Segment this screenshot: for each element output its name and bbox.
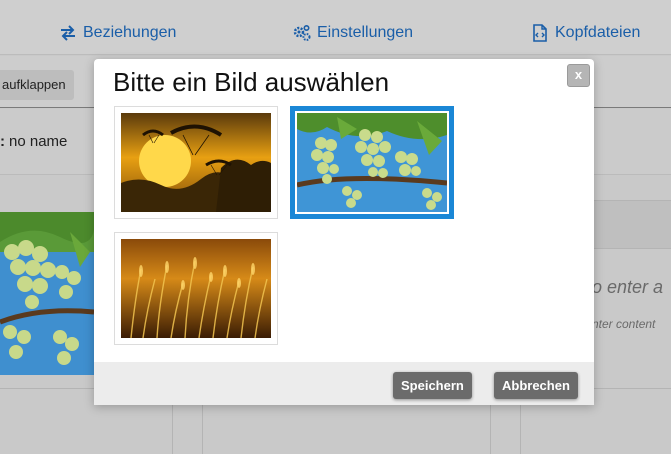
save-button[interactable]: Speichern [393,372,472,399]
dialog-footer: Speichern Abbrechen [94,362,594,405]
image-option-grapes[interactable] [290,106,454,219]
top-navigation: Beziehungen Einstellungen Kopfdateien [0,0,671,55]
record-name-key: : [0,133,5,150]
gears-icon [293,24,311,41]
nav-header-files-label: Kopfdateien [555,24,641,41]
editor-placeholder-small: nter content [592,317,656,331]
swap-arrows-icon [61,25,75,41]
grass-image [121,239,271,338]
paragliders-image [121,113,271,212]
nav-relations-label: Beziehungen [83,24,177,41]
expand-button[interactable]: aufklappen [0,70,74,100]
editor-placeholder-large: o enter a [592,277,664,297]
nav-settings-link[interactable]: Einstellungen [293,24,413,42]
background-grapes-image [0,212,94,375]
record-name: : no name [0,133,67,150]
image-option-paragliders[interactable] [114,106,278,219]
record-name-value: no name [9,133,68,150]
dialog-title: Bitte ein Bild auswählen [113,67,390,97]
image-picker-dialog: Bitte ein Bild auswählen x Speichern Abb… [94,59,594,405]
nav-relations-link[interactable]: Beziehungen [59,24,176,42]
image-option-grass[interactable] [114,232,278,345]
nav-header-files-link[interactable]: Kopfdateien [531,24,640,42]
close-button[interactable]: x [567,64,590,87]
grapes-image [297,113,447,212]
cancel-button[interactable]: Abbrechen [494,372,578,399]
file-code-icon [533,24,547,42]
nav-settings-label: Einstellungen [317,24,414,41]
